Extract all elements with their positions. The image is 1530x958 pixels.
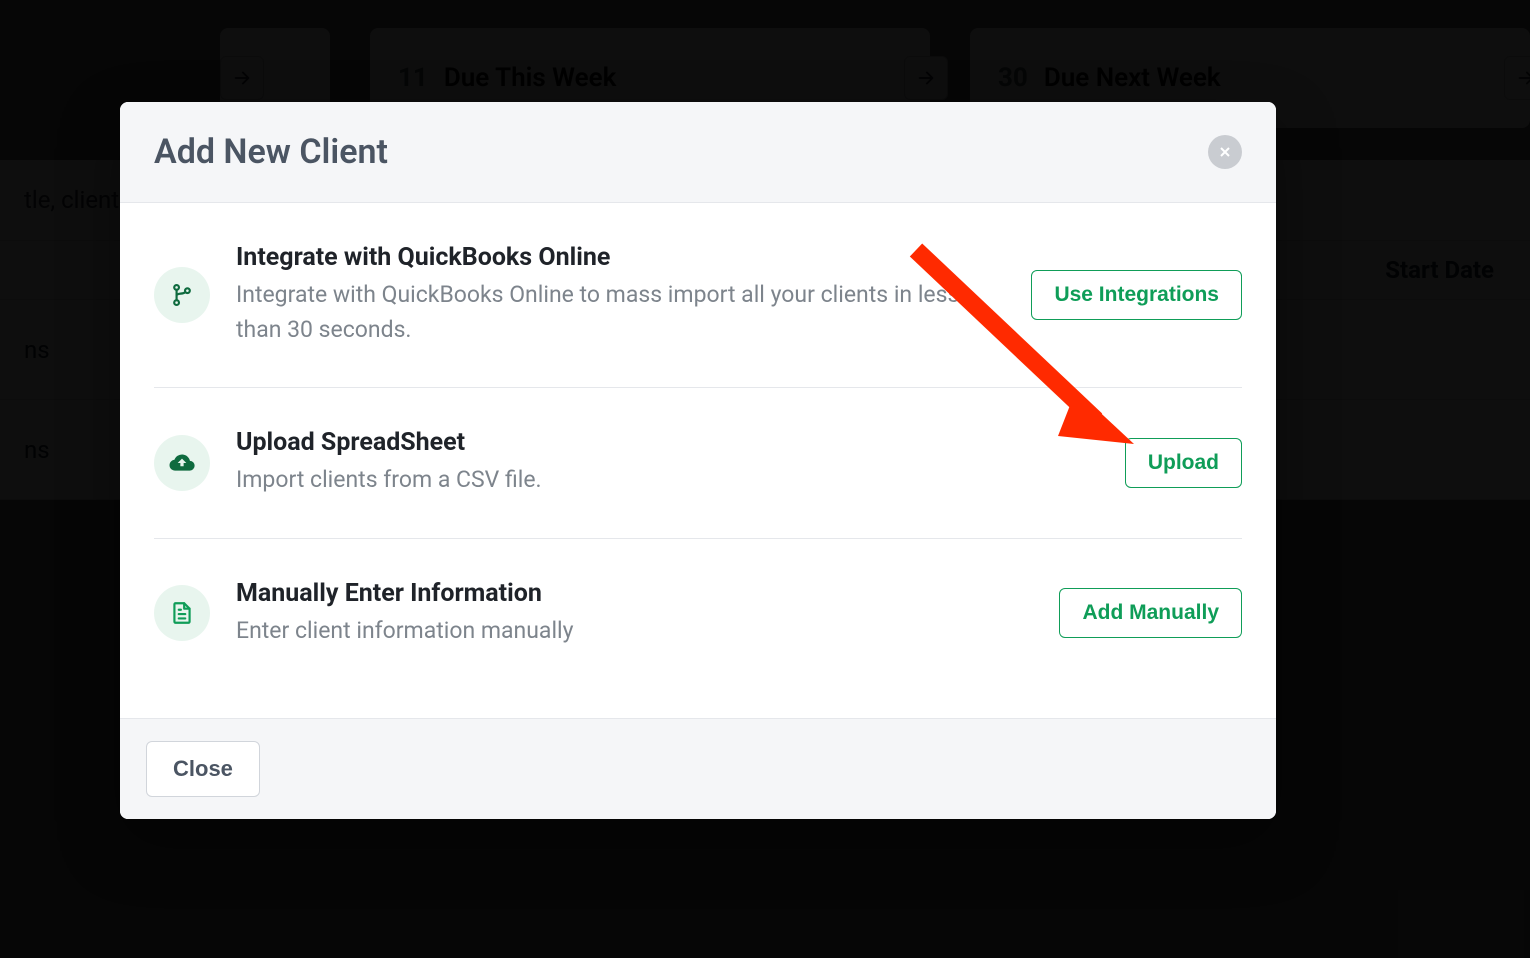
- use-integrations-button[interactable]: Use Integrations: [1031, 270, 1242, 320]
- option-title: Manually Enter Information: [236, 579, 1033, 608]
- option-title: Upload SpreadSheet: [236, 428, 1099, 457]
- modal-title: Add New Client: [154, 132, 388, 172]
- modal-footer: Close: [120, 718, 1276, 819]
- add-client-modal: Add New Client Integrate with QuickBooks…: [120, 102, 1276, 819]
- add-manually-button[interactable]: Add Manually: [1059, 588, 1242, 638]
- option-title: Integrate with QuickBooks Online: [236, 243, 1005, 272]
- close-icon[interactable]: [1208, 135, 1242, 169]
- document-icon: [154, 585, 210, 641]
- option-integrate-quickbooks: Integrate with QuickBooks Online Integra…: [154, 203, 1242, 388]
- modal-body: Integrate with QuickBooks Online Integra…: [120, 203, 1276, 718]
- upload-button[interactable]: Upload: [1125, 438, 1242, 488]
- option-desc: Enter client information manually: [236, 614, 976, 649]
- branch-icon: [154, 267, 210, 323]
- option-manual-entry: Manually Enter Information Enter client …: [154, 539, 1242, 689]
- modal-header: Add New Client: [120, 102, 1276, 203]
- option-desc: Import clients from a CSV file.: [236, 463, 976, 498]
- option-desc: Integrate with QuickBooks Online to mass…: [236, 278, 976, 347]
- cloud-upload-icon: [154, 435, 210, 491]
- close-button[interactable]: Close: [146, 741, 260, 797]
- option-upload-spreadsheet: Upload SpreadSheet Import clients from a…: [154, 388, 1242, 539]
